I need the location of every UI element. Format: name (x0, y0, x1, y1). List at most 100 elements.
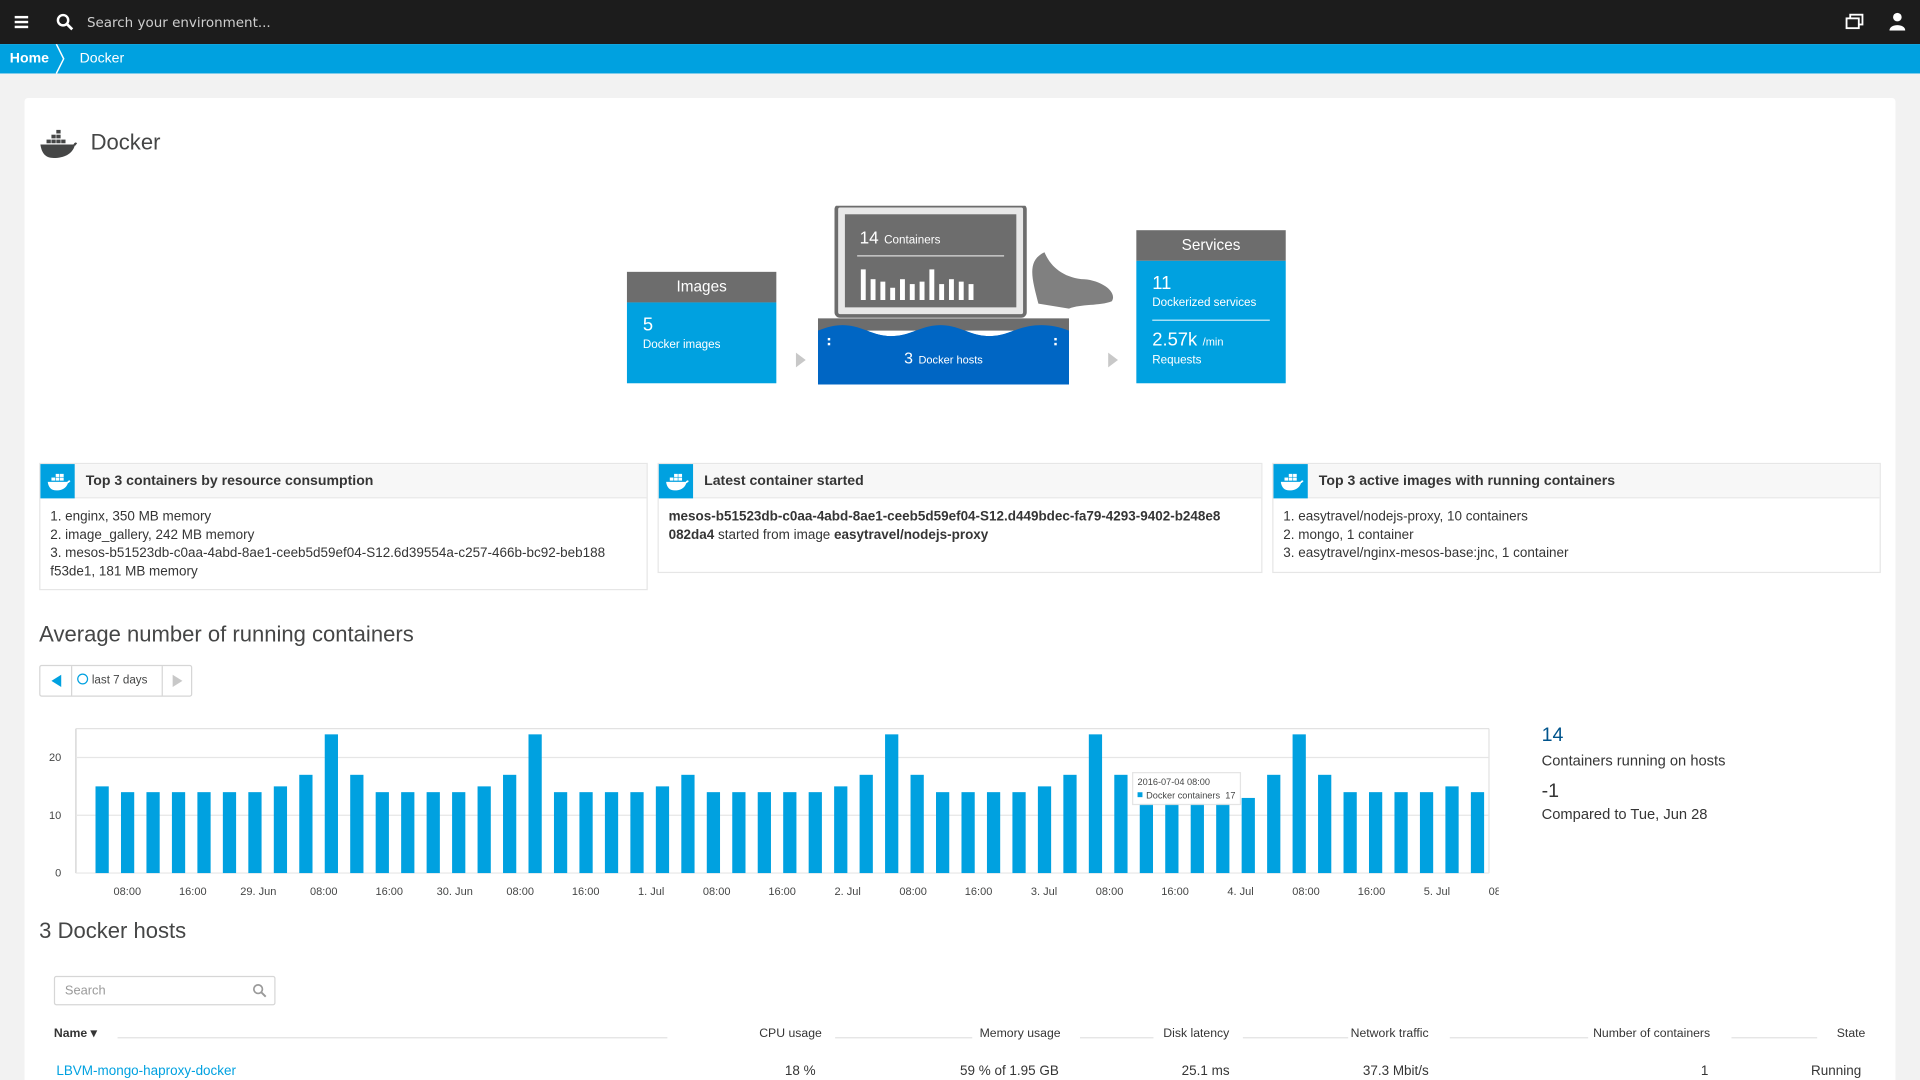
hamburger-menu-icon[interactable] (14, 15, 29, 29)
y-tick-label: 10 (49, 810, 61, 822)
chart-bar[interactable] (655, 786, 670, 874)
x-tick-label: 4. Jul (1227, 886, 1253, 898)
column-header-containers[interactable]: Number of containers (1593, 1027, 1710, 1040)
chart-bar[interactable] (146, 792, 160, 874)
top-containers-card: Top 3 containers by resource consumption… (39, 462, 648, 591)
containers-count: 14 (859, 227, 879, 248)
images-tile-header: Images (626, 271, 777, 303)
column-header-name[interactable]: Name ▾ (54, 1027, 97, 1040)
timeframe-next-button[interactable] (161, 666, 191, 696)
chart-bar[interactable] (197, 792, 211, 874)
chart-bar[interactable] (834, 786, 848, 874)
chart-bar[interactable] (1037, 786, 1052, 874)
chart-bar[interactable] (757, 792, 771, 874)
containers-count-row[interactable]: 14 Containers (860, 228, 941, 250)
chart-bar[interactable] (1318, 774, 1332, 874)
chart-bar[interactable] (783, 792, 797, 874)
chart-bar[interactable] (1012, 792, 1026, 874)
chart-bar[interactable] (1241, 797, 1255, 874)
chart-bar[interactable] (477, 786, 491, 874)
chart-bar[interactable] (936, 792, 950, 874)
breadcrumb-separator-icon (55, 44, 65, 74)
chart-bar[interactable] (452, 792, 466, 874)
chart-bar[interactable] (95, 786, 109, 874)
chart-bar[interactable] (1267, 774, 1281, 874)
chart-bar[interactable] (1063, 774, 1077, 874)
chart-bar[interactable] (859, 774, 873, 874)
chart-bar[interactable] (222, 792, 237, 874)
chart-bar[interactable] (299, 774, 313, 874)
chart-bar[interactable] (1343, 792, 1357, 874)
chart-bar[interactable] (553, 792, 568, 874)
column-header-disk[interactable]: Disk latency (1163, 1027, 1229, 1040)
chart-bar[interactable] (1165, 803, 1179, 874)
header-divider (1449, 1037, 1589, 1039)
breadcrumb-docker[interactable]: Docker (80, 44, 125, 73)
chart-bar[interactable] (579, 792, 593, 874)
timeframe-selector: last 7 days (39, 664, 193, 697)
services-count: 11 (1152, 273, 1172, 294)
hosts-search-input[interactable] (53, 975, 276, 1006)
chart-bar[interactable] (503, 774, 517, 874)
chart-bar[interactable] (630, 792, 644, 874)
top-container-line-2: 2. image_gallery, 242 MB memory (50, 527, 255, 543)
host-name-link[interactable]: LBVM-mongo-haproxy-docker (56, 1064, 236, 1079)
chart-bar[interactable] (604, 792, 619, 874)
top-container-line-3: 3. mesos-b51523db-c0aa-4abd-8ae1-ceeb5d5… (50, 546, 606, 561)
column-header-network[interactable]: Network traffic (1351, 1027, 1429, 1040)
timeframe-label[interactable]: last 7 days (73, 666, 147, 695)
chart-bar[interactable] (426, 792, 440, 874)
top-container-line-1: 1. enginx, 350 MB memory (50, 509, 212, 525)
chart-bar[interactable] (885, 734, 899, 874)
chart-bar[interactable] (120, 792, 135, 874)
chart-bar[interactable] (375, 792, 389, 874)
column-header-memory[interactable]: Memory usage (980, 1027, 1061, 1040)
chart-bar[interactable] (273, 786, 288, 874)
chart-bar[interactable] (1470, 792, 1485, 874)
top-image-line-1: 1. easytravel/nodejs-proxy, 10 container… (1283, 509, 1528, 525)
x-tick-label: 08:00 (506, 886, 534, 898)
chart-bar[interactable] (1216, 803, 1230, 874)
chart-bar[interactable] (1368, 792, 1383, 874)
running-containers-chart: 0 10 20 08:00 16:00 29. Jun 08:00 16:00 30. Jun 0… (49, 727, 1499, 898)
chart-bar[interactable] (961, 792, 975, 874)
chart-bar[interactable] (1292, 734, 1306, 874)
main-card: Docker Images 5 Docker images 14 Contain… (24, 97, 1896, 1080)
timeframe-previous-button[interactable] (40, 666, 73, 696)
user-icon[interactable] (1889, 12, 1906, 31)
chart-bar[interactable] (706, 792, 721, 874)
chart-bar[interactable] (1419, 792, 1434, 874)
docker-icon (1273, 464, 1308, 499)
chart-bar[interactable] (808, 792, 822, 874)
windows-icon[interactable] (1845, 13, 1864, 30)
chart-bar[interactable] (401, 792, 415, 874)
top-images-title: Top 3 active images with running contain… (1318, 473, 1616, 489)
breadcrumb-home[interactable]: Home (10, 44, 49, 73)
x-tick-label: 2. Jul (834, 886, 860, 898)
environment-search-input[interactable] (78, 7, 814, 37)
chart-bar[interactable] (910, 774, 924, 874)
chart-bar[interactable] (1114, 774, 1128, 874)
chart-bar[interactable] (1190, 803, 1204, 874)
x-tick-label: 30. Jun (437, 886, 473, 898)
column-header-cpu[interactable]: CPU usage (759, 1027, 822, 1040)
chart-bar[interactable] (1445, 786, 1459, 874)
chart-bar[interactable] (1139, 803, 1154, 874)
chart-bar[interactable] (1088, 734, 1103, 874)
chart-bar[interactable] (171, 792, 186, 874)
chart-bar[interactable] (350, 774, 364, 874)
images-tile[interactable]: Images 5 Docker images (626, 271, 777, 384)
column-header-state[interactable]: State (1837, 1027, 1866, 1040)
host-disk-latency: 25.1 ms (1181, 1064, 1230, 1079)
chart-bar[interactable] (732, 792, 746, 874)
chart-bar[interactable] (986, 792, 1001, 874)
docker-hosts-row[interactable]: 3 Docker hosts (818, 348, 1069, 370)
x-tick-label: 29. Jun (240, 886, 276, 898)
chart-bar[interactable] (528, 734, 542, 874)
services-tile[interactable]: Services 11 Dockerized services 2.57k /m… (1136, 230, 1286, 384)
chart-bar[interactable] (324, 734, 338, 874)
docker-icon (40, 464, 75, 499)
chart-bar[interactable] (248, 792, 262, 874)
chart-bar[interactable] (1394, 792, 1408, 874)
chart-bar[interactable] (681, 774, 695, 874)
